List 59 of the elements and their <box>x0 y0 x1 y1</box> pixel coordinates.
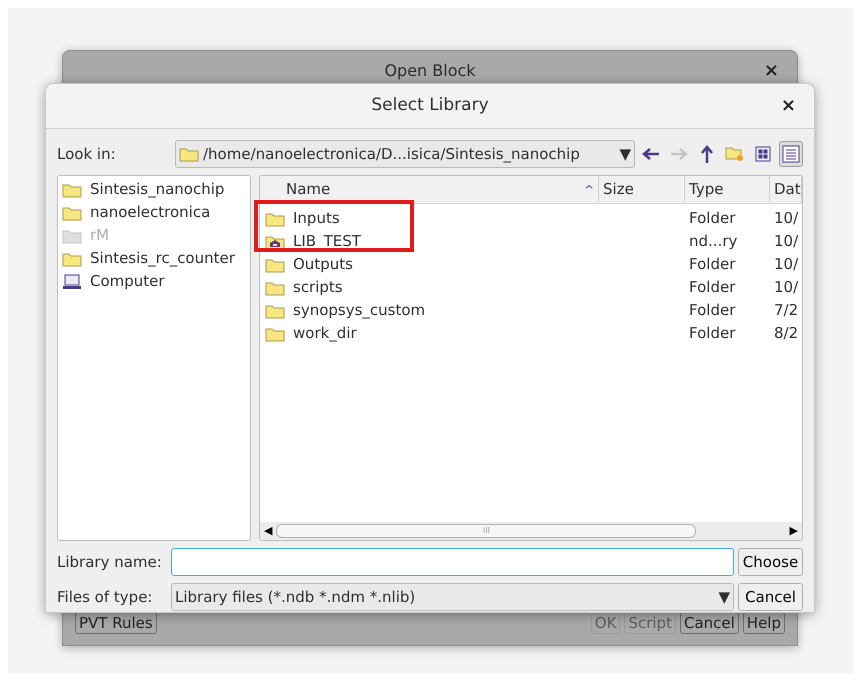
column-header[interactable]: Dat <box>770 176 802 203</box>
folder-icon <box>62 250 82 266</box>
library-icon <box>265 234 285 250</box>
file-type-dropdown[interactable]: Library files (*.ndb *.ndm *.nlib) ▼ <box>171 583 734 611</box>
library-name-field[interactable] <box>171 548 734 576</box>
file-type: Folder <box>689 255 736 274</box>
field-label: Files of type: <box>57 586 154 608</box>
file-date: 10/ <box>774 278 798 296</box>
dialog-title: Select Library <box>371 94 489 118</box>
file-type: Folder <box>689 324 736 342</box>
column-header[interactable]: Name ^ <box>260 176 599 203</box>
column-header[interactable]: Type <box>685 176 770 203</box>
file-name[interactable]: Inputs <box>293 207 340 230</box>
dialog-button[interactable]: Cancel <box>680 612 739 634</box>
sidebar-item[interactable]: Sintesis_rc_counter <box>58 247 250 270</box>
folder-icon <box>62 204 82 220</box>
close-button[interactable]: × <box>764 62 779 80</box>
field-label: Library name: <box>57 552 163 573</box>
sidebar-item[interactable]: Computer <box>58 270 250 293</box>
close-button[interactable]: × <box>780 97 796 115</box>
list-view-icon[interactable] <box>779 141 803 167</box>
folder-icon <box>265 302 285 318</box>
folder-icon <box>265 280 285 296</box>
dropdown-arrow: ▼ <box>619 144 631 165</box>
file-type: nd...ry <box>689 232 738 250</box>
dialog-button[interactable]: PVT Rules <box>75 612 157 634</box>
file-type: Folder <box>689 209 736 228</box>
file-date: 7/2 <box>774 301 798 320</box>
sort-arrow-icon: ^ <box>584 180 594 198</box>
window-title: Open Block <box>384 60 476 82</box>
folder-icon <box>62 228 82 244</box>
file-type: Folder <box>689 301 736 320</box>
scroll-right-button[interactable]: ▶ <box>786 522 802 540</box>
file-name[interactable]: LIB_TEST <box>293 230 361 253</box>
look-in-dropdown[interactable]: /home/nanoelectronica/D...isica/Sintesis_nanochip ▼ <box>175 140 635 168</box>
file-name[interactable]: work_dir <box>293 322 357 345</box>
sidebar-item[interactable]: Sintesis_nanochip <box>58 178 250 201</box>
scroll-left-button[interactable]: ◀ <box>260 522 276 540</box>
folder-icon <box>265 256 285 272</box>
file-date: 10/ <box>774 255 798 274</box>
folder-icon <box>179 146 199 162</box>
field-label: Look in: <box>57 144 117 165</box>
file-date: 10/ <box>774 209 798 228</box>
file-name[interactable]: scripts <box>293 276 343 299</box>
file-date: 10/ <box>774 232 798 250</box>
sidebar-item[interactable]: nanoelectronica <box>58 201 250 224</box>
file-name[interactable]: synopsys_custom <box>293 299 426 322</box>
file-name[interactable]: Outputs <box>293 253 353 276</box>
folder-icon <box>265 210 285 226</box>
column-header[interactable]: Size <box>599 176 685 203</box>
file-date: 8/2 <box>774 324 798 342</box>
dialog-button[interactable]: Help <box>742 612 785 634</box>
path-text: /home/nanoelectronica/D...isica/Sintesis_nanochip <box>203 144 581 165</box>
folder-icon <box>265 326 285 342</box>
folder-icon <box>62 182 82 198</box>
cancel-button[interactable]: Cancel <box>738 583 803 611</box>
file-type: Folder <box>689 278 736 296</box>
computer-icon <box>62 274 82 290</box>
choose-button[interactable]: Choose <box>738 548 803 576</box>
